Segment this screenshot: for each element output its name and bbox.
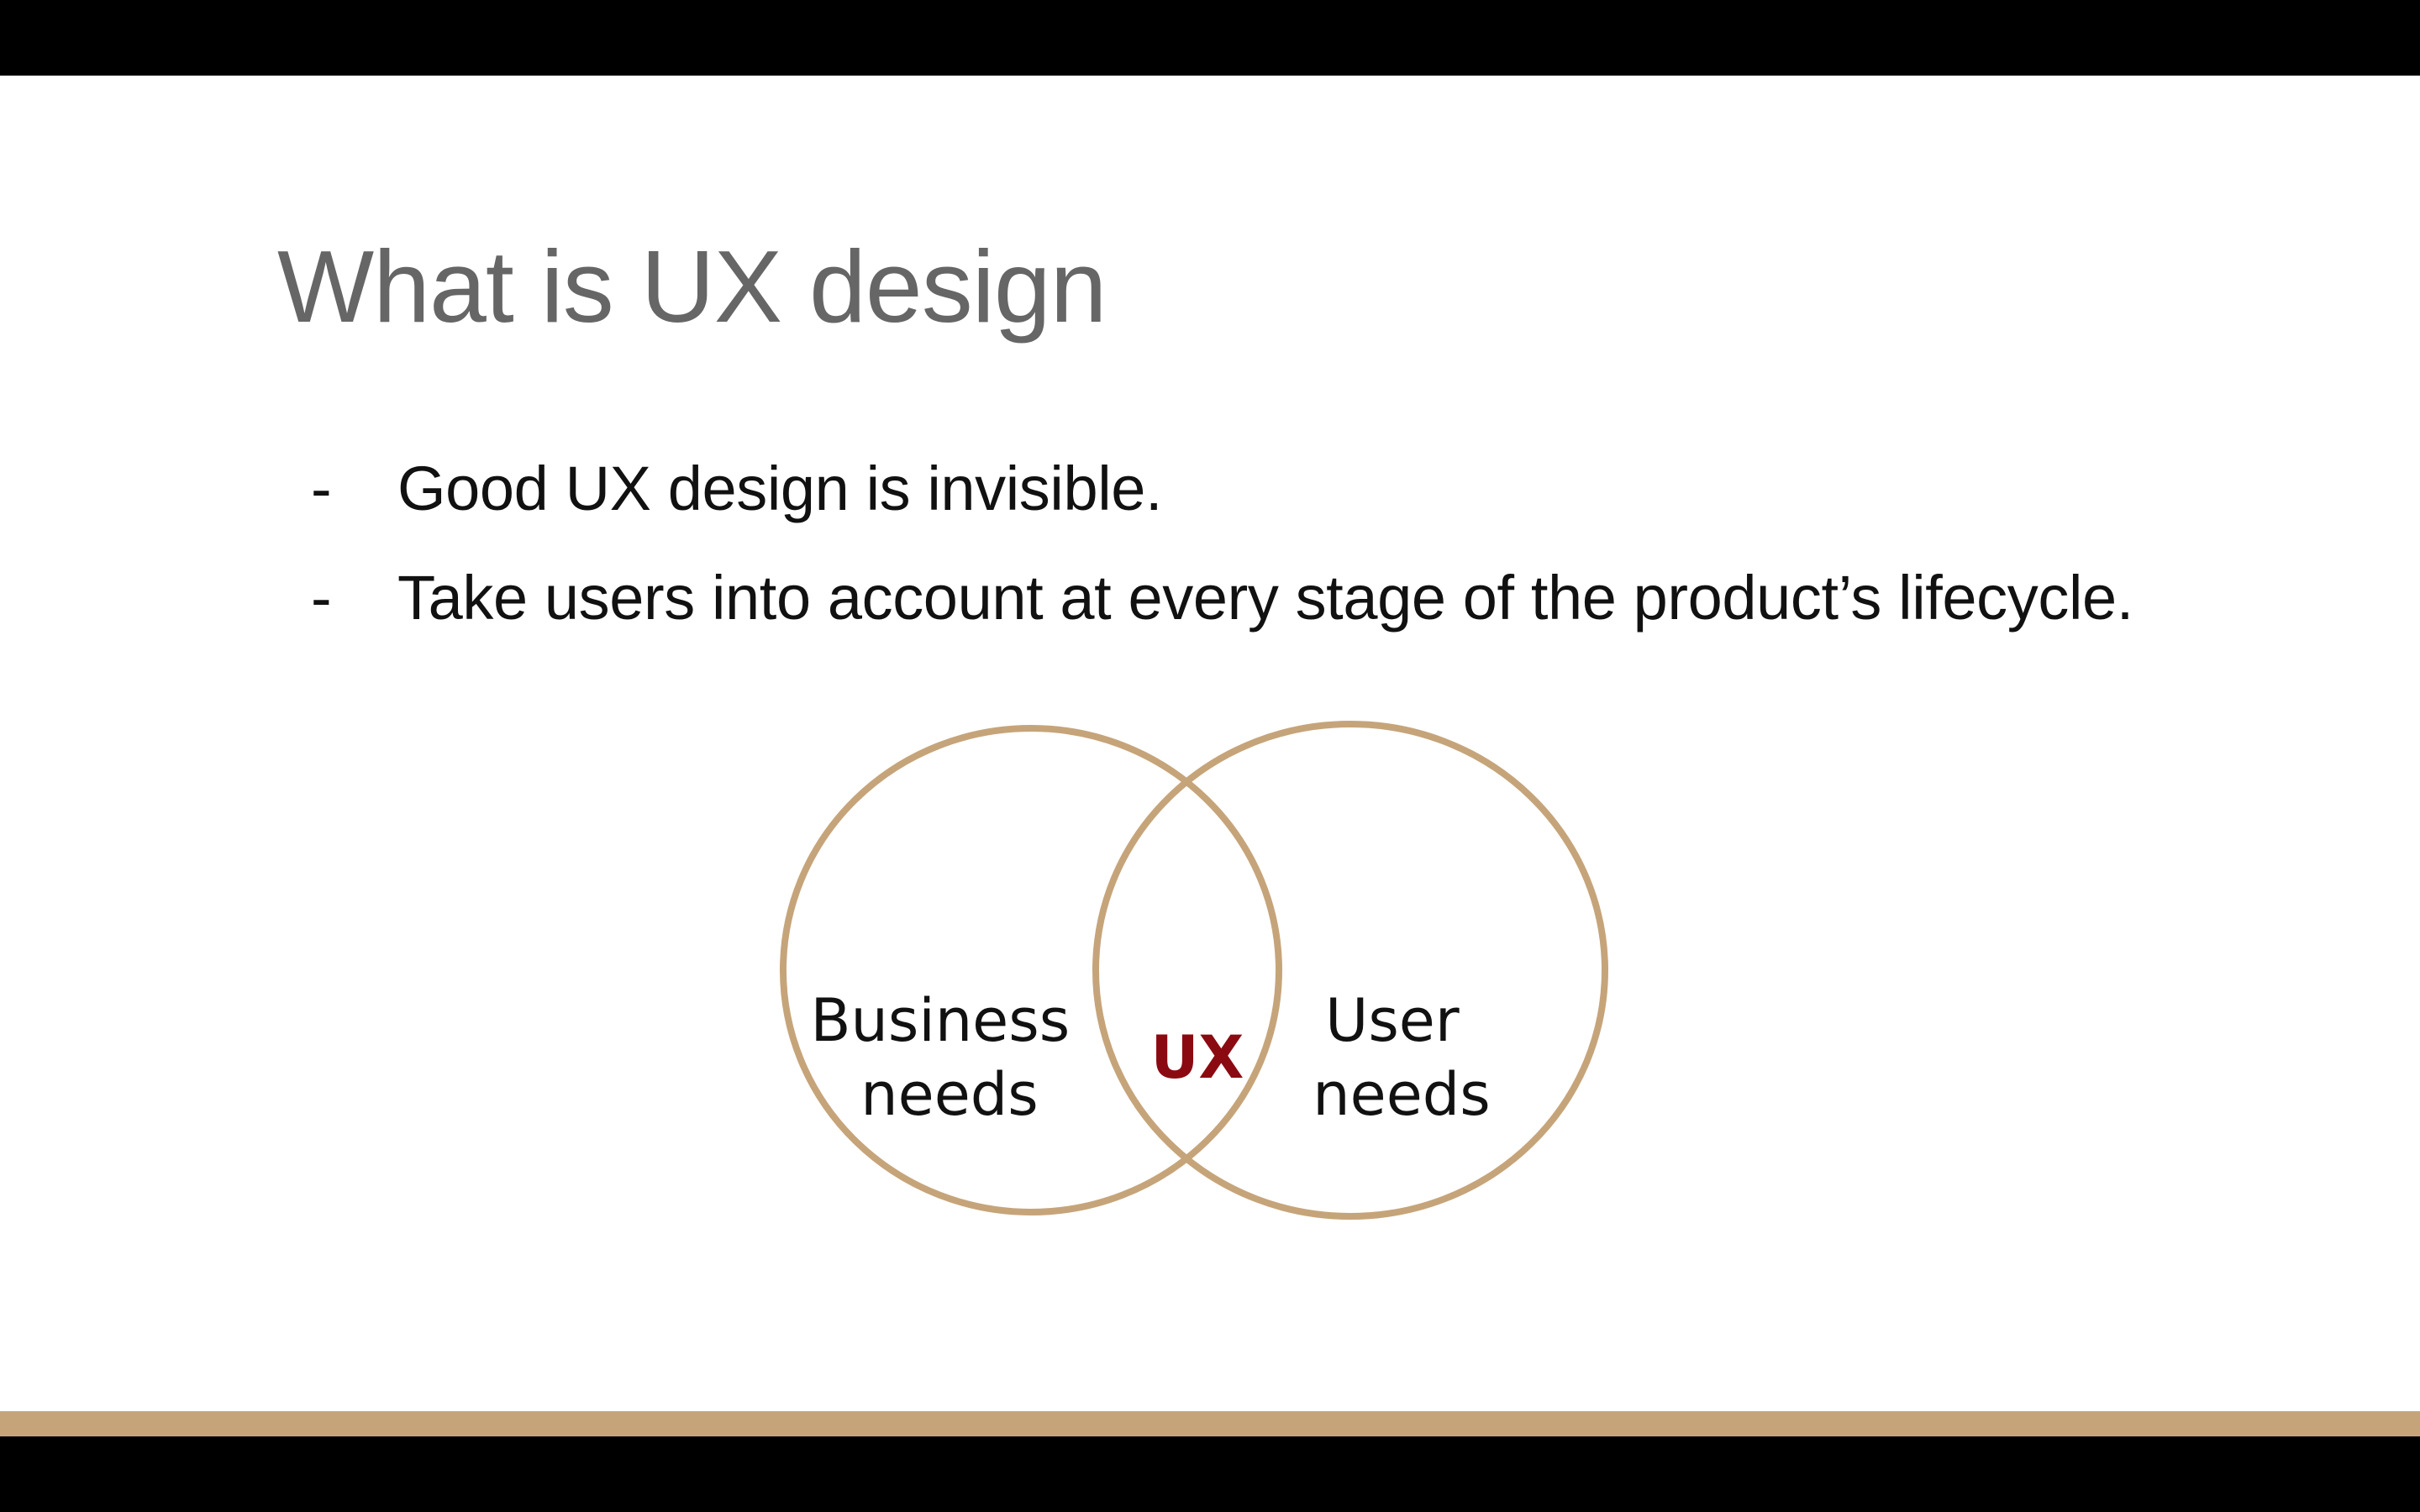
user-needs-label-line: User: [1325, 986, 1460, 1055]
user-needs-label: User needs: [1313, 986, 1490, 1129]
business-needs-label: Business needs: [811, 986, 1089, 1129]
business-needs-circle: [780, 725, 1282, 1215]
ux-center-label: UX: [1151, 1023, 1244, 1092]
business-needs-label-line: Business: [811, 986, 1071, 1055]
venn-diagram: Business needs User needs UX: [780, 721, 1608, 1220]
user-needs-label-line: needs: [1313, 1060, 1490, 1129]
slide: What is UX design - Good UX design is in…: [0, 76, 2420, 1436]
business-needs-label-line: needs: [860, 1060, 1038, 1129]
accent-bar: [0, 1411, 2420, 1436]
user-needs-circle: [1092, 721, 1608, 1220]
presentation-viewport: What is UX design - Good UX design is in…: [0, 0, 2420, 1512]
